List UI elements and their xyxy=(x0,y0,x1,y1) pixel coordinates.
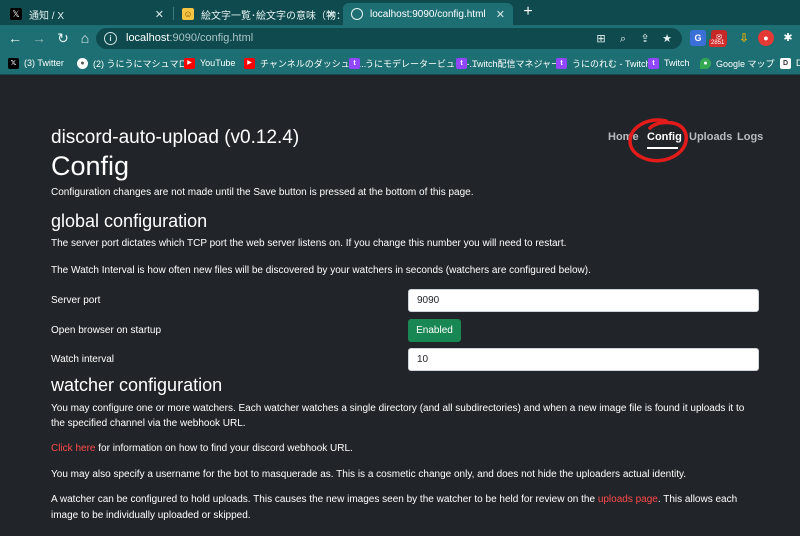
hold-uploads-text-line-1: A watcher can be configured to hold uplo… xyxy=(51,494,738,505)
puzzle-extension-icon[interactable]: ✱ xyxy=(780,30,796,46)
brand-title[interactable]: discord-auto-upload (v0.12.4) xyxy=(51,127,299,149)
marshmallow-icon: ● xyxy=(77,57,88,69)
hold-uploads-text-line-2: image to be individually uploaded or ski… xyxy=(51,510,251,521)
watcher-config-heading: watcher configuration xyxy=(51,375,223,395)
extension-badge: 2851 xyxy=(709,39,727,47)
red-circle-annotation xyxy=(628,118,688,163)
twitch-icon: t xyxy=(349,57,360,69)
bookmark-icon: D xyxy=(780,57,791,69)
x-logo-icon: 𝕏 xyxy=(10,8,22,20)
globe-icon xyxy=(351,8,363,20)
tab-title: 通知 / X xyxy=(29,10,65,22)
bookmark-item[interactable]: ● (2) うにうにマシュマロ... xyxy=(77,56,195,70)
page-title: Config xyxy=(51,151,130,181)
click-here-link[interactable]: Click here xyxy=(51,443,95,454)
webhook-help-text: Click here for information on how to fin… xyxy=(51,443,353,454)
bookmark-item[interactable]: t Twitch xyxy=(648,56,690,70)
tab-title: 絵文字一覧･絵文字の意味（物： xyxy=(201,10,344,22)
zoom-icon[interactable]: ⌕ xyxy=(616,32,630,46)
youtube-icon: ▶ xyxy=(244,57,255,69)
close-icon[interactable]: ✕ xyxy=(155,8,164,21)
reload-icon[interactable]: ↻ xyxy=(54,29,72,47)
browser-toolbar: ← → ↻ ⌂ i localhost:9090/config.html ⊞ ⌕… xyxy=(0,25,800,52)
address-bar[interactable]: i localhost:9090/config.html ⊞ ⌕ ⇪ ★ xyxy=(96,28,682,49)
home-icon[interactable]: ⌂ xyxy=(76,29,94,47)
bookmark-item[interactable]: t Twitch配信マネジャー xyxy=(456,56,560,70)
translate-extension-icon[interactable]: G xyxy=(690,30,706,46)
browser-tab[interactable]: 𝕏 通知 / X ✕ xyxy=(2,3,172,25)
watch-interval-description: The Watch Interval is how often new file… xyxy=(51,265,591,276)
bookmark-item[interactable]: DDe xyxy=(780,56,800,70)
google-maps-icon: ● xyxy=(700,57,711,69)
download-extension-icon[interactable]: ⇩ xyxy=(736,30,752,46)
x-logo-icon: 𝕏 xyxy=(8,57,19,69)
config-intro-text: Configuration changes are not made until… xyxy=(51,187,474,198)
twitch-icon: t xyxy=(456,57,467,69)
global-config-heading: global configuration xyxy=(51,211,208,231)
nav-link-logs[interactable]: Logs xyxy=(737,131,763,143)
forward-icon[interactable]: → xyxy=(30,29,48,47)
browser-tab[interactable]: ☺ 絵文字一覧･絵文字の意味（物： ✕ xyxy=(174,3,344,25)
close-icon[interactable]: ✕ xyxy=(327,8,336,21)
bookmark-item[interactable]: ▶ チャンネルのダッシュボ... xyxy=(244,56,366,70)
server-port-label: Server port xyxy=(51,295,101,306)
youtube-icon: ▶ xyxy=(184,57,195,69)
open-browser-toggle-button[interactable]: Enabled xyxy=(408,319,461,342)
bookmark-star-icon[interactable]: ★ xyxy=(660,32,674,46)
emoji-site-icon: ☺ xyxy=(182,8,194,20)
server-port-input[interactable] xyxy=(408,289,759,312)
watcher-description-line-2: the specified channel via the webhook UR… xyxy=(51,418,246,429)
browser-tab-strip: 𝕏 通知 / X ✕ ☺ 絵文字一覧･絵文字の意味（物： ✕ localhost… xyxy=(0,0,800,25)
record-extension-icon[interactable]: ● xyxy=(758,30,774,46)
username-help-text: You may also specify a username for the … xyxy=(51,469,687,480)
site-info-icon[interactable]: i xyxy=(104,32,117,45)
open-browser-label: Open browser on startup xyxy=(51,325,162,336)
uploads-page-link[interactable]: uploads page xyxy=(598,494,658,505)
tab-title: localhost:9090/config.html xyxy=(370,8,486,20)
bookmark-item[interactable]: ▶ YouTube xyxy=(184,56,235,70)
bookmark-item[interactable]: ● Google マップ xyxy=(700,56,775,70)
bookmark-item[interactable]: 𝕏 (3) Twitter xyxy=(8,56,64,70)
twitch-icon: t xyxy=(648,57,659,69)
share-icon[interactable]: ⇪ xyxy=(638,32,652,46)
close-icon[interactable]: ✕ xyxy=(496,8,505,21)
translate-icon[interactable]: ⊞ xyxy=(594,32,608,46)
watch-interval-input[interactable] xyxy=(408,348,759,371)
bookmarks-bar: 𝕏 (3) Twitter ● (2) うにうにマシュマロ... ▶ YouTube … xyxy=(0,52,800,75)
url-text: localhost:9090/config.html xyxy=(126,32,254,44)
watcher-description-line-1: You may configure one or more watchers. … xyxy=(51,403,745,414)
bookmark-item[interactable]: t うにのれむ - Twitch xyxy=(556,56,651,70)
server-port-description: The server port dictates which TCP port … xyxy=(51,238,567,249)
nav-link-uploads[interactable]: Uploads xyxy=(689,131,732,143)
page-content: discord-auto-upload (v0.12.4) Home Confi… xyxy=(0,75,800,536)
browser-tab-active[interactable]: localhost:9090/config.html ✕ xyxy=(343,3,513,25)
watch-interval-label: Watch interval xyxy=(51,354,114,365)
back-icon[interactable]: ← xyxy=(6,29,24,47)
twitch-icon: t xyxy=(556,57,567,69)
new-tab-button[interactable]: + xyxy=(518,3,538,21)
